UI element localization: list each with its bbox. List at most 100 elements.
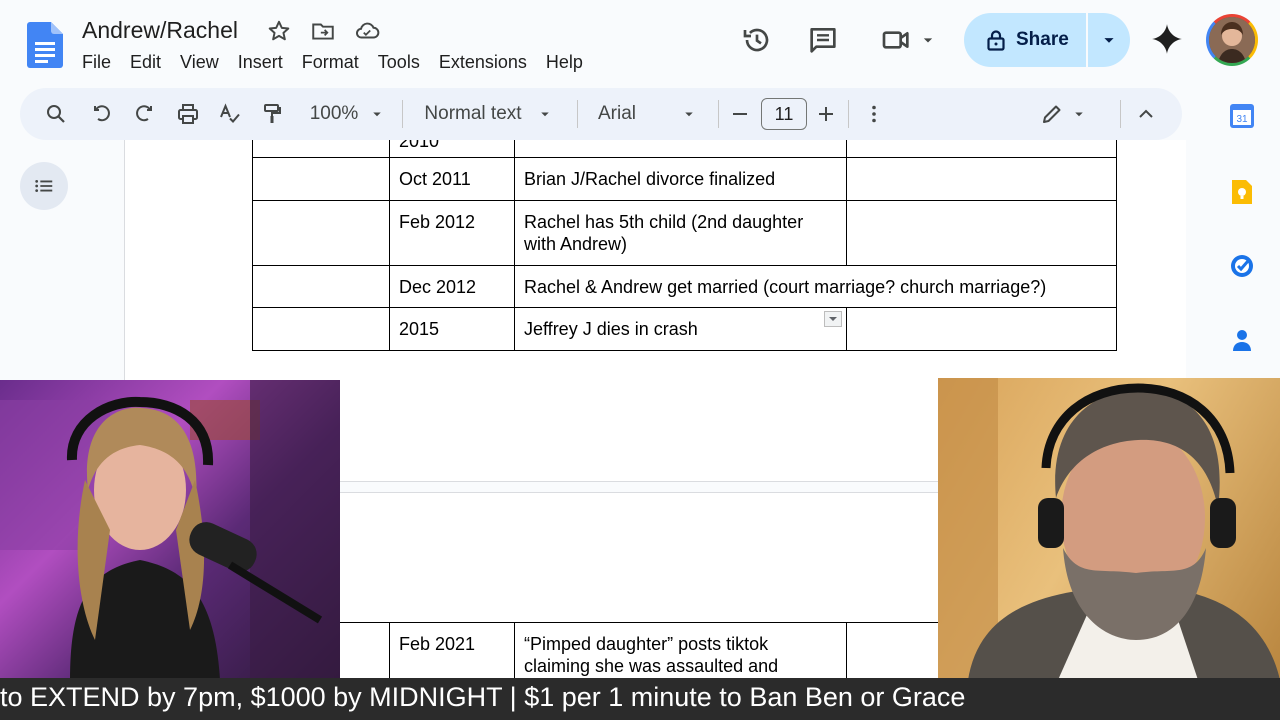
table-cell-event[interactable]: “Pimped daughter” posts tiktok claiming … — [514, 622, 847, 680]
table-cell-event[interactable] — [514, 140, 847, 158]
toolbar-divider — [848, 100, 849, 128]
table-row: 2010 — [252, 140, 1117, 158]
meet-camera-icon[interactable] — [880, 24, 912, 56]
share-options-button[interactable] — [1088, 13, 1130, 67]
table-row: Oct 2011 Brian J/Rachel divorce finalize… — [252, 157, 1117, 201]
spelling-check-button[interactable] — [214, 88, 246, 140]
table-cell-date[interactable]: Feb 2012 — [389, 200, 515, 266]
chevron-down-icon — [1075, 112, 1083, 117]
font-size-input[interactable]: 11 — [761, 98, 807, 130]
hide-menus-button[interactable] — [1132, 88, 1160, 140]
table-cell-event[interactable]: Rachel has 5th child (2nd daughter with … — [514, 200, 847, 266]
plus-icon — [819, 107, 833, 121]
menu-tools[interactable]: Tools — [378, 50, 420, 75]
keep-icon[interactable] — [1228, 178, 1256, 206]
table-cell[interactable] — [252, 307, 390, 351]
decrease-font-size-button[interactable] — [726, 88, 754, 140]
calendar-icon[interactable]: 31 — [1228, 102, 1256, 130]
star-icon[interactable] — [266, 18, 292, 44]
version-history-icon[interactable] — [741, 24, 773, 56]
share-button[interactable]: Share — [964, 13, 1086, 67]
increase-font-size-button[interactable] — [812, 88, 840, 140]
paragraph-style-select[interactable]: Normal text — [416, 88, 562, 140]
zoom-select[interactable]: 100% — [300, 88, 396, 140]
menu-insert[interactable]: Insert — [238, 50, 283, 75]
menu-help[interactable]: Help — [546, 50, 583, 75]
minus-icon — [733, 113, 747, 115]
ticker-text: to EXTEND by 7pm, $1000 by MIDNIGHT | $1… — [0, 682, 966, 712]
table-cell[interactable] — [252, 200, 390, 266]
webcam-right — [938, 378, 1280, 680]
chevron-down-icon — [829, 317, 837, 321]
move-to-folder-icon[interactable] — [310, 18, 336, 44]
paint-format-icon — [264, 104, 281, 123]
undo-button[interactable] — [86, 88, 118, 140]
chevron-down-icon — [540, 112, 549, 117]
stream-ticker: to EXTEND by 7pm, $1000 by MIDNIGHT | $1… — [0, 678, 1280, 720]
streamer-right-video-icon — [938, 378, 1280, 680]
table-cell[interactable] — [252, 265, 390, 308]
table-cell[interactable] — [846, 140, 1117, 158]
gemini-sparkle-icon[interactable] — [1150, 22, 1184, 56]
paint-format-button[interactable] — [256, 88, 288, 140]
table-cell[interactable] — [846, 200, 1117, 266]
more-tools-button[interactable] — [860, 88, 888, 140]
table-cell-event[interactable]: Brian J/Rachel divorce finalized — [514, 157, 847, 201]
paragraph-style-value: Normal text — [424, 103, 522, 124]
meet-dropdown-chevron-down-icon[interactable] — [918, 30, 938, 50]
font-family-value: Arial — [598, 103, 637, 124]
pencil-icon — [1043, 105, 1061, 123]
table-cell-date[interactable]: 2010 — [389, 140, 515, 158]
search-menus-button[interactable] — [40, 88, 72, 140]
document-title[interactable]: Andrew/Rachel — [82, 17, 238, 44]
tasks-icon[interactable] — [1228, 252, 1256, 280]
menu-extensions[interactable]: Extensions — [439, 50, 527, 75]
menu-file[interactable]: File — [82, 50, 111, 75]
toolbar-divider — [577, 100, 578, 128]
cell-menu-button[interactable] — [824, 311, 842, 327]
redo-button[interactable] — [128, 88, 160, 140]
table-row: Feb 2012 Rachel has 5th child (2nd daugh… — [252, 200, 1117, 266]
menu-view[interactable]: View — [180, 50, 219, 75]
table-cell[interactable] — [252, 140, 390, 158]
toolbar-divider — [718, 100, 719, 128]
print-button[interactable] — [172, 88, 204, 140]
redo-icon — [136, 105, 152, 122]
outline-list-icon — [35, 180, 53, 192]
table-cell[interactable] — [846, 157, 1117, 201]
table-row: 2015 Jeffrey J dies in crash — [252, 307, 1117, 351]
profile-photo-icon — [1209, 17, 1255, 63]
table-cell-event[interactable]: Jeffrey J dies in crash — [514, 307, 847, 351]
chevron-down-icon — [685, 112, 693, 117]
account-avatar[interactable] — [1206, 14, 1258, 66]
menu-edit[interactable]: Edit — [130, 50, 161, 75]
table-cell-date[interactable]: Oct 2011 — [389, 157, 515, 201]
share-label: Share — [1016, 29, 1069, 50]
share-button-group: Share — [964, 13, 1130, 67]
chevron-down-icon — [1104, 38, 1114, 43]
document-outline-button[interactable] — [20, 162, 68, 210]
table-cell-date[interactable]: 2015 — [389, 307, 515, 351]
more-vertical-icon — [872, 105, 876, 123]
table-cell-date[interactable]: Feb 2021 — [389, 622, 515, 680]
webcam-left — [0, 380, 340, 680]
cloud-saved-icon[interactable] — [354, 18, 380, 44]
contacts-icon[interactable] — [1228, 326, 1256, 354]
table-cell-date[interactable]: Dec 2012 — [389, 265, 515, 308]
toolbar-divider — [1120, 100, 1121, 128]
chevron-down-icon — [373, 112, 382, 117]
menu-bar: File Edit View Insert Format Tools Exten… — [82, 50, 602, 75]
spellcheck-icon — [220, 103, 240, 123]
docs-logo-icon[interactable] — [27, 22, 63, 68]
font-family-select[interactable]: Arial — [590, 88, 704, 140]
menu-format[interactable]: Format — [302, 50, 359, 75]
streamer-left-video-icon — [0, 380, 340, 680]
toolbar-divider — [402, 100, 403, 128]
editing-mode-button[interactable] — [1038, 88, 1090, 140]
table-cell[interactable] — [846, 307, 1117, 351]
comments-icon[interactable] — [807, 24, 839, 56]
table-cell-event[interactable]: Rachel & Andrew get married (court marri… — [514, 265, 1117, 308]
table-cell[interactable] — [252, 157, 390, 201]
undo-icon — [94, 105, 110, 122]
lock-icon — [987, 30, 1005, 51]
